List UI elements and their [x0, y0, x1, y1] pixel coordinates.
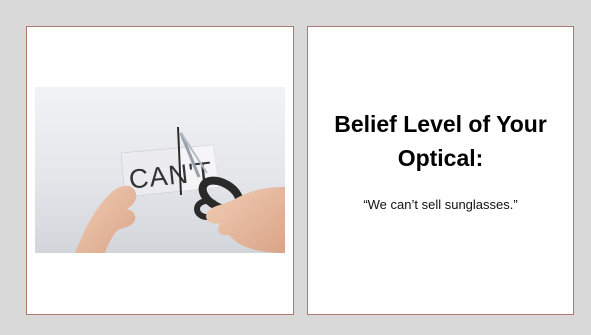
quote-text: “We can’t sell sunglasses.”	[363, 197, 518, 212]
right-text-panel: Belief Level of Your Optical: “We can’t …	[307, 26, 574, 315]
cant-scissors-photo: CAN'T	[35, 87, 285, 253]
left-image-panel: CAN'T	[26, 26, 294, 315]
slide-title: Belief Level of Your Optical:	[334, 111, 547, 171]
